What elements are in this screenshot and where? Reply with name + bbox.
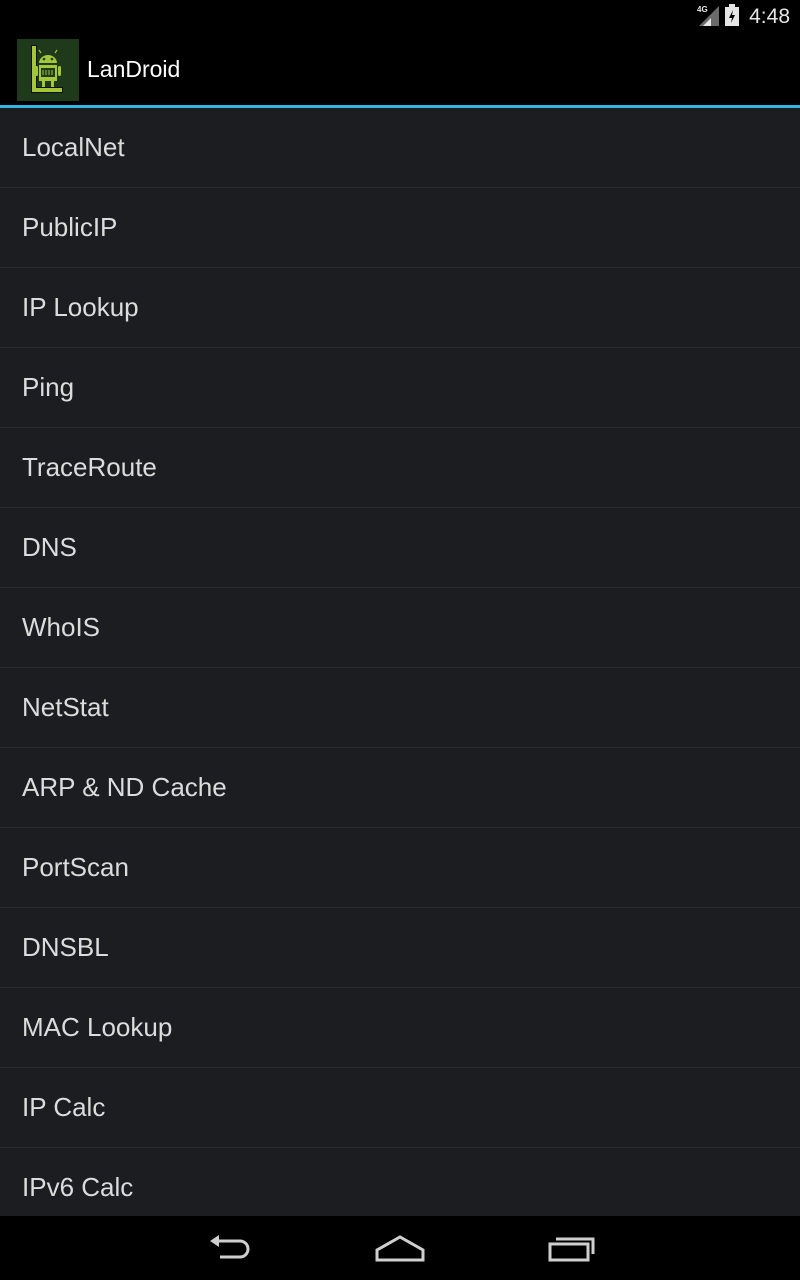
list-item-ip-calc[interactable]: IP Calc [0, 1068, 800, 1148]
recents-button[interactable] [521, 1216, 621, 1280]
list-item-localnet[interactable]: LocalNet [0, 108, 800, 188]
list-item-ping[interactable]: Ping [0, 348, 800, 428]
list-item-portscan[interactable]: PortScan [0, 828, 800, 908]
app-logo-icon[interactable] [17, 39, 79, 101]
list-item-ip-lookup[interactable]: IP Lookup [0, 268, 800, 348]
app-screen: 4G 4:48 LanDroid LocalNet PublicIP IP Lo… [0, 0, 800, 1280]
status-time: 4:48 [749, 5, 790, 28]
status-bar: 4G 4:48 [0, 0, 800, 34]
action-bar: LanDroid [0, 34, 800, 108]
list-item-publicip[interactable]: PublicIP [0, 188, 800, 268]
battery-icon [725, 3, 740, 31]
list-item-dns[interactable]: DNS [0, 508, 800, 588]
list-item-mac-lookup[interactable]: MAC Lookup [0, 988, 800, 1068]
list-item-ipv6-calc[interactable]: IPv6 Calc [0, 1148, 800, 1216]
home-icon [375, 1235, 425, 1262]
network-type-label: 4G [697, 5, 708, 14]
app-title: LanDroid [87, 56, 181, 82]
navigation-bar [0, 1216, 800, 1280]
back-button[interactable] [180, 1216, 280, 1280]
list-item-whois[interactable]: WhoIS [0, 588, 800, 668]
status-icons: 4G 4:48 [697, 0, 790, 34]
list-item-traceroute[interactable]: TraceRoute [0, 428, 800, 508]
list-item-dnsbl[interactable]: DNSBL [0, 908, 800, 988]
recents-icon [548, 1237, 595, 1262]
tools-list: LocalNet PublicIP IP Lookup Ping TraceRo… [0, 108, 800, 1216]
list-item-arp-nd-cache[interactable]: ARP & ND Cache [0, 748, 800, 828]
list-item-netstat[interactable]: NetStat [0, 668, 800, 748]
signal-icon: 4G [697, 4, 720, 31]
back-icon [210, 1235, 250, 1259]
home-button[interactable] [350, 1216, 450, 1280]
